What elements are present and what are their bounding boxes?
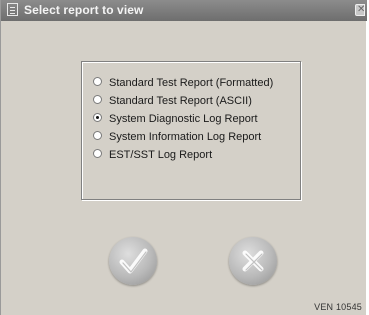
- x-icon: [242, 250, 264, 272]
- report-option[interactable]: EST/SST Log Report: [93, 146, 273, 164]
- ok-button[interactable]: [109, 237, 157, 285]
- radio-button[interactable]: [93, 131, 102, 140]
- close-icon: ✕: [357, 4, 366, 15]
- radio-button[interactable]: [93, 113, 102, 122]
- report-option-label: System Diagnostic Log Report: [109, 113, 258, 125]
- report-option[interactable]: System Information Log Report: [93, 128, 273, 146]
- title-bar[interactable]: Select report to view ✕: [1, 0, 367, 21]
- report-option-label: Standard Test Report (ASCII): [109, 95, 252, 107]
- close-button[interactable]: ✕: [355, 4, 365, 16]
- report-option-label: EST/SST Log Report: [109, 149, 213, 161]
- report-options-list: Standard Test Report (Formatted) Standar…: [93, 74, 273, 164]
- window-title: Select report to view: [24, 3, 144, 17]
- document-icon: [7, 3, 18, 16]
- report-option-label: Standard Test Report (Formatted): [109, 77, 274, 89]
- cancel-button[interactable]: [229, 237, 277, 285]
- radio-button[interactable]: [93, 149, 102, 158]
- report-option[interactable]: Standard Test Report (ASCII): [93, 92, 273, 110]
- figure-code: VEN 10545: [314, 302, 362, 312]
- radio-button[interactable]: [93, 77, 102, 86]
- radio-button[interactable]: [93, 95, 102, 104]
- report-option-label: System Information Log Report: [109, 131, 262, 143]
- report-option[interactable]: System Diagnostic Log Report: [93, 110, 273, 128]
- report-dialog: Select report to view ✕ Standard Test Re…: [0, 0, 367, 315]
- check-icon: [119, 248, 148, 274]
- report-option[interactable]: Standard Test Report (Formatted): [93, 74, 273, 92]
- report-options-group: Standard Test Report (Formatted) Standar…: [81, 61, 301, 200]
